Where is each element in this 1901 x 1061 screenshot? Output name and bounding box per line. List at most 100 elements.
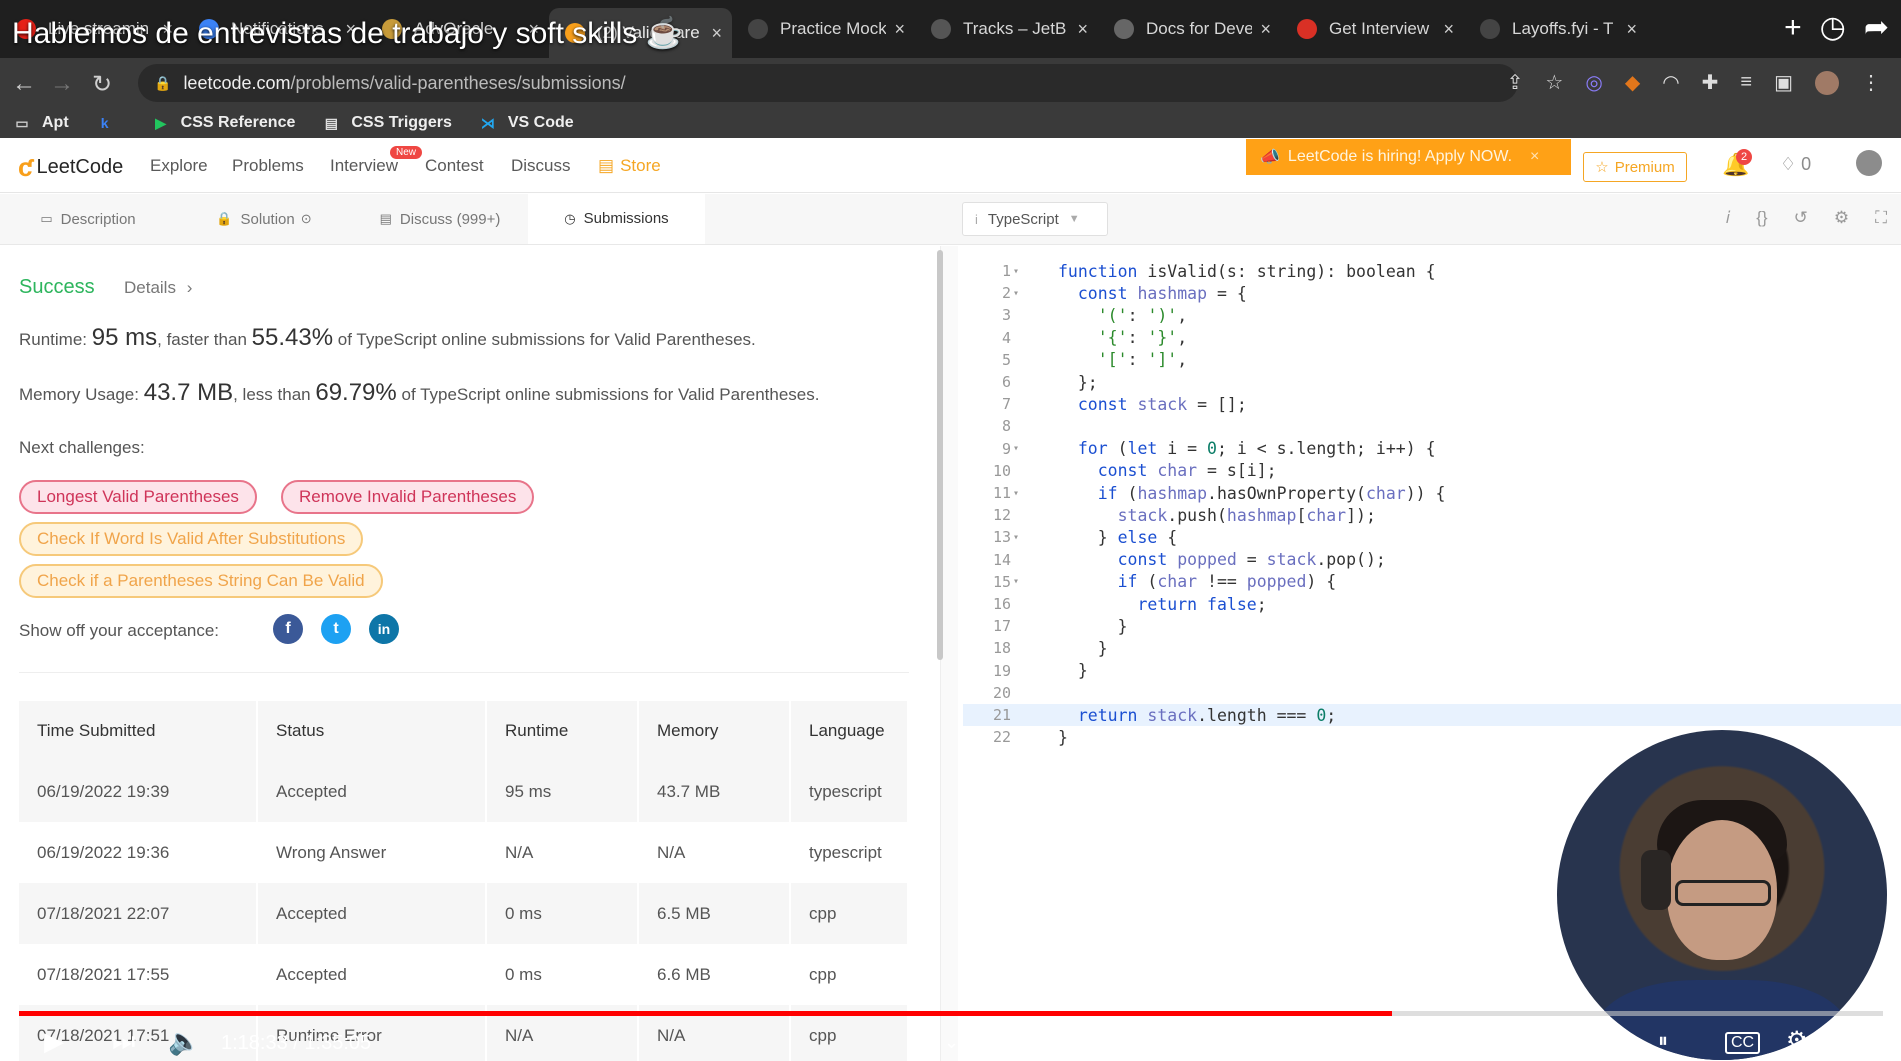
cell-status[interactable]: Accepted bbox=[257, 761, 487, 822]
code-line[interactable]: 2 ▾ const hashmap = { bbox=[963, 282, 1901, 304]
new-tab-icon[interactable]: + bbox=[1784, 11, 1802, 45]
fold-arrow-icon[interactable]: ▾ bbox=[1013, 266, 1025, 277]
fold-arrow-icon[interactable]: ▾ bbox=[1013, 532, 1025, 543]
share-icon[interactable]: ➦ bbox=[1864, 10, 1889, 45]
chevron-down-icon[interactable]: ⌄ bbox=[944, 1032, 959, 1053]
bookmark-item[interactable]: ⋊ VS Code bbox=[478, 114, 574, 132]
reset-icon[interactable]: ↺ bbox=[1794, 208, 1808, 228]
close-tab-icon[interactable]: × bbox=[1443, 19, 1454, 40]
linkedin-icon[interactable]: in bbox=[369, 614, 399, 644]
play-icon[interactable]: ▶ bbox=[44, 1026, 64, 1057]
tab-discuss[interactable]: ▤ Discuss (999+) bbox=[352, 194, 528, 244]
sidebar-icon[interactable]: ▣ bbox=[1774, 70, 1793, 95]
forward-icon[interactable]: → bbox=[50, 70, 74, 98]
code-line[interactable]: 19 } bbox=[963, 660, 1901, 682]
profile-avatar-icon[interactable] bbox=[1815, 70, 1839, 95]
fullscreen-icon[interactable]: ⛶ bbox=[1875, 208, 1887, 228]
settings-icon[interactable]: ⚙ bbox=[1786, 1026, 1808, 1055]
code-line[interactable]: 18 } bbox=[963, 637, 1901, 659]
code-line[interactable]: 7 const stack = []; bbox=[963, 393, 1901, 415]
extension-2-icon[interactable]: ◠ bbox=[1662, 70, 1679, 95]
video-progress-bar[interactable] bbox=[19, 1011, 1883, 1016]
close-tab-icon[interactable]: × bbox=[1077, 19, 1088, 40]
code-line[interactable]: 20 bbox=[963, 682, 1901, 704]
challenge-check-word-valid[interactable]: Check If Word Is Valid After Substitutio… bbox=[19, 522, 364, 556]
language-select[interactable]: i TypeScript ▼ bbox=[962, 202, 1108, 236]
share-page-icon[interactable]: ⇪ bbox=[1507, 70, 1524, 95]
back-icon[interactable]: ← bbox=[12, 70, 36, 98]
reading-list-icon[interactable]: ≡ bbox=[1740, 71, 1752, 94]
watch-later-icon[interactable]: ◷ bbox=[1820, 10, 1846, 45]
details-link[interactable]: Details › bbox=[124, 278, 192, 298]
menu-icon[interactable]: ⋮ bbox=[1861, 70, 1881, 95]
close-tab-icon[interactable]: × bbox=[1626, 19, 1637, 40]
challenge-parentheses-string-valid[interactable]: Check if a Parentheses String Can Be Val… bbox=[19, 564, 383, 598]
table-row[interactable]: 07/18/2021 22:07 Accepted 0 ms 6.5 MB cpp bbox=[19, 883, 909, 944]
table-row[interactable]: 07/18/2021 17:55 Accepted 0 ms 6.6 MB cpp bbox=[19, 944, 909, 1005]
autoplay-toggle-icon[interactable]: ⏸ bbox=[1658, 1030, 1668, 1053]
extension-1-icon[interactable]: ◎ bbox=[1585, 70, 1602, 95]
table-row[interactable]: 06/19/2022 19:39 Accepted 95 ms 43.7 MB type… bbox=[19, 761, 909, 822]
close-banner-icon[interactable]: × bbox=[1530, 148, 1539, 166]
scrollbar[interactable] bbox=[937, 250, 943, 660]
settings-gear-icon[interactable]: ⚙ bbox=[1834, 208, 1849, 228]
fold-arrow-icon[interactable]: ▾ bbox=[1013, 488, 1025, 499]
code-line[interactable]: 9 ▾ for (let i = 0; i < s.length; i++) { bbox=[963, 438, 1901, 460]
facebook-icon[interactable]: f bbox=[273, 614, 303, 644]
code-line[interactable]: 1 ▾ function isValid(s: string): boolean { bbox=[963, 260, 1901, 282]
leetcode-logo[interactable]: ƈ LeetCode bbox=[18, 152, 123, 183]
braces-icon[interactable]: {} bbox=[1756, 208, 1767, 228]
user-avatar-icon[interactable] bbox=[1856, 150, 1882, 176]
browser-tab[interactable]: Get Interview × bbox=[1281, 0, 1464, 58]
close-tab-icon[interactable]: × bbox=[894, 19, 905, 40]
code-line[interactable]: 10 const char = s[i]; bbox=[963, 460, 1901, 482]
fold-arrow-icon[interactable]: ▾ bbox=[1013, 576, 1025, 587]
browser-tab[interactable]: Practice Mock × bbox=[732, 0, 915, 58]
browser-tab[interactable]: Docs for Deve × bbox=[1098, 0, 1281, 58]
info-italic-icon[interactable]: 𝑖 bbox=[1726, 208, 1731, 228]
tab-submissions[interactable]: ◷ Submissions bbox=[528, 194, 705, 244]
nav-explore[interactable]: Explore bbox=[150, 156, 208, 176]
streak-counter[interactable]: ♢ 0 bbox=[1780, 154, 1811, 175]
fold-arrow-icon[interactable]: ▾ bbox=[1013, 443, 1025, 454]
browser-tab[interactable]: Layoffs.fyi - T × bbox=[1464, 0, 1647, 58]
code-line[interactable]: 21 return stack.length === 0; bbox=[963, 704, 1901, 726]
code-line[interactable]: 17 } bbox=[963, 615, 1901, 637]
twitter-icon[interactable]: t bbox=[321, 614, 351, 644]
metamask-icon[interactable]: ◆ bbox=[1625, 70, 1640, 95]
code-line[interactable]: 15 ▾ if (char !== popped) { bbox=[963, 571, 1901, 593]
challenge-remove-invalid-parentheses[interactable]: Remove Invalid Parentheses bbox=[281, 480, 535, 514]
code-line[interactable]: 11 ▾ if (hashmap.hasOwnProperty(char)) { bbox=[963, 482, 1901, 504]
cell-status[interactable]: Accepted bbox=[257, 944, 487, 1005]
code-line[interactable]: 5 '[': ']', bbox=[963, 349, 1901, 371]
code-line[interactable]: 4 '{': '}', bbox=[963, 327, 1901, 349]
fold-arrow-icon[interactable]: ▾ bbox=[1013, 288, 1025, 299]
nav-discuss[interactable]: Discuss bbox=[511, 156, 571, 176]
bookmark-item[interactable]: ▤ CSS Triggers bbox=[321, 114, 452, 132]
code-line[interactable]: 14 const popped = stack.pop(); bbox=[963, 549, 1901, 571]
code-line[interactable]: 6 }; bbox=[963, 371, 1901, 393]
nav-contest[interactable]: Contest bbox=[425, 156, 484, 176]
close-tab-icon[interactable]: × bbox=[1260, 19, 1271, 40]
browser-tab[interactable]: Tracks – JetB × bbox=[915, 0, 1098, 58]
exit-fullscreen-icon[interactable]: ⤡ bbox=[1850, 1026, 1869, 1054]
nav-problems[interactable]: Problems bbox=[232, 156, 304, 176]
next-icon[interactable]: ⏭ bbox=[112, 1026, 135, 1058]
puzzle-icon[interactable]: ✚ bbox=[1702, 70, 1719, 95]
tab-description[interactable]: ▭ Description bbox=[0, 194, 176, 244]
code-line[interactable]: 8 bbox=[963, 415, 1901, 437]
code-line[interactable]: 3 '(': ')', bbox=[963, 304, 1901, 326]
code-line[interactable]: 13 ▾ } else { bbox=[963, 526, 1901, 548]
bookmark-item[interactable]: ▭ Apt bbox=[12, 114, 68, 132]
nav-interview[interactable]: Interview bbox=[330, 156, 398, 176]
code-line[interactable]: 12 stack.push(hashmap[char]); bbox=[963, 504, 1901, 526]
premium-button[interactable]: ☆ Premium bbox=[1583, 152, 1687, 182]
volume-icon[interactable]: 🔈 bbox=[168, 1026, 200, 1057]
captions-icon[interactable]: CC bbox=[1725, 1032, 1761, 1054]
table-row[interactable]: 06/19/2022 19:36 Wrong Answer N/A N/A typesc… bbox=[19, 822, 909, 883]
cell-status[interactable]: Wrong Answer bbox=[257, 822, 487, 883]
nav-store[interactable]: ▤ Store bbox=[598, 156, 661, 176]
cell-status[interactable]: Accepted bbox=[257, 883, 487, 944]
url-field[interactable]: 🔒 leetcode.com /problems/valid-parenthes… bbox=[138, 64, 1518, 102]
bookmark-star-icon[interactable]: ☆ bbox=[1545, 70, 1563, 95]
